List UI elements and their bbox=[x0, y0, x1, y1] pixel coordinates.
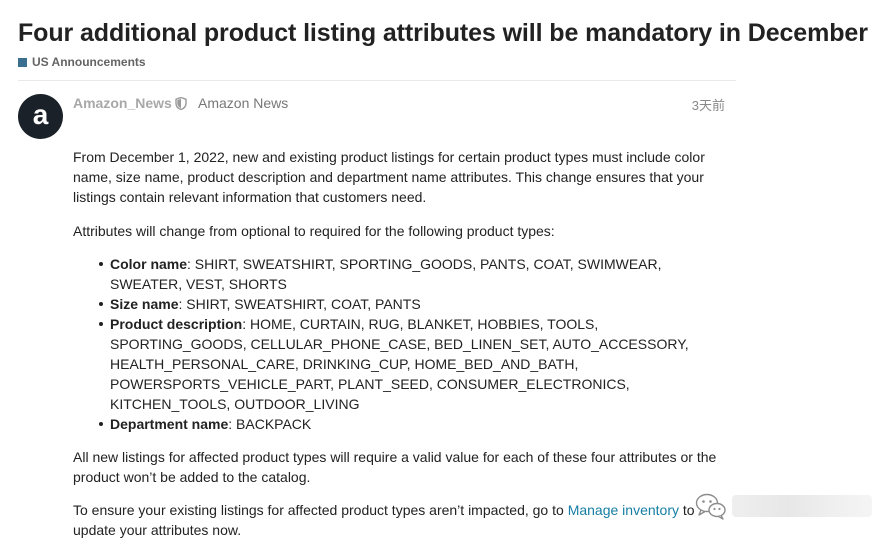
attribute-name: Department name bbox=[110, 416, 229, 432]
paragraph-action: To ensure your existing listings for aff… bbox=[73, 500, 733, 540]
list-item: Department name: BACKPACK bbox=[99, 414, 733, 434]
category-badge[interactable]: US Announcements bbox=[18, 55, 146, 69]
user-full-name[interactable]: Amazon News bbox=[198, 95, 288, 111]
post-header: Amazon_News Amazon News 3天前 bbox=[73, 95, 725, 115]
avatar-letter: a bbox=[32, 98, 49, 130]
attribute-name: Color name bbox=[110, 256, 188, 272]
paragraph-intro: From December 1, 2022, new and existing … bbox=[73, 149, 705, 205]
list-item: Size name: SHIRT, SWEATSHIRT, COAT, PANT… bbox=[99, 294, 733, 314]
list-item: Color name: SHIRT, SWEATSHIRT, SPORTING_… bbox=[99, 254, 733, 294]
header-divider bbox=[18, 80, 736, 81]
manage-inventory-link[interactable]: Manage inventory bbox=[568, 502, 679, 518]
attribute-values: : SHIRT, SWEATSHIRT, COAT, PANTS bbox=[178, 296, 421, 312]
attribute-list: Color name: SHIRT, SWEATSHIRT, SPORTING_… bbox=[73, 254, 733, 434]
attribute-values: : BACKPACK bbox=[228, 416, 312, 432]
category-color-swatch bbox=[18, 57, 27, 67]
paragraph-action-text: To ensure your existing listings for aff… bbox=[73, 502, 568, 518]
shield-icon bbox=[175, 97, 187, 110]
wechat-icon bbox=[695, 493, 726, 520]
paragraph-attributes-intro: Attributes will change from optional to … bbox=[73, 223, 555, 239]
paragraph-requirement: All new listings for affected product ty… bbox=[73, 449, 717, 485]
attribute-name: Size name bbox=[110, 296, 179, 312]
avatar[interactable]: a bbox=[18, 94, 63, 139]
category-label: US Announcements bbox=[32, 55, 146, 69]
username[interactable]: Amazon_News bbox=[73, 95, 172, 111]
post-date[interactable]: 3天前 bbox=[692, 95, 725, 114]
attribute-values: : SHIRT, SWEATSHIRT, SPORTING_GOODS, PAN… bbox=[110, 256, 662, 292]
page-title[interactable]: Four additional product listing attribut… bbox=[18, 19, 868, 48]
attribute-name: Product description bbox=[110, 316, 243, 332]
post-body: From December 1, 2022, new and existing … bbox=[73, 147, 733, 540]
watermark-blurred-text bbox=[732, 495, 872, 517]
watermark bbox=[694, 491, 874, 521]
list-item: Product description: HOME, CURTAIN, RUG,… bbox=[99, 314, 733, 414]
